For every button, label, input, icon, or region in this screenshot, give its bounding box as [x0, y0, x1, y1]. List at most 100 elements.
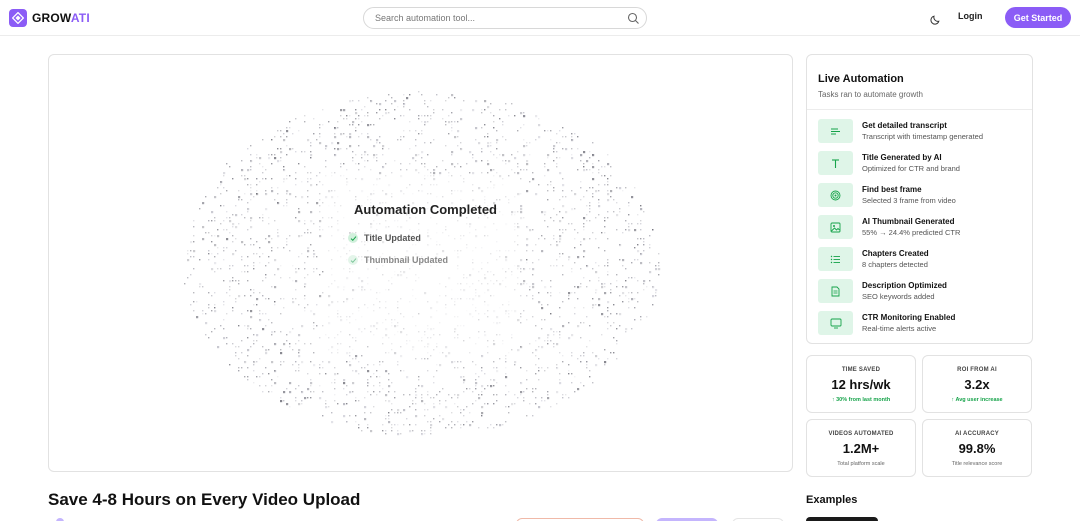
particle [451, 112, 453, 114]
brand-logo[interactable]: GROWATI [9, 9, 90, 27]
particle [409, 121, 411, 123]
particle [583, 352, 585, 354]
particle [208, 337, 210, 339]
particle [268, 256, 270, 258]
particle [256, 241, 258, 243]
particle [493, 367, 495, 369]
particle [307, 388, 310, 391]
task-item[interactable]: Get detailed transcript Transcript with … [818, 119, 1023, 143]
particle [601, 286, 604, 289]
particle [208, 259, 210, 261]
particle [613, 211, 615, 213]
particle [274, 304, 276, 306]
particle [250, 238, 252, 240]
particle [259, 310, 261, 312]
particle [259, 181, 261, 183]
particle [271, 190, 274, 193]
particle [655, 292, 657, 294]
task-item[interactable]: CTR Monitoring Enabled Real-time alerts … [818, 311, 1023, 335]
particle [592, 307, 594, 309]
particle [535, 325, 537, 327]
particle [283, 166, 285, 168]
particle [607, 301, 610, 304]
example-thumbnail[interactable] [806, 517, 878, 521]
particle [430, 142, 432, 144]
particle [508, 115, 510, 117]
particle [556, 157, 558, 159]
stat-label: AI ACCURACY [955, 431, 999, 437]
search-icon[interactable] [627, 12, 640, 25]
particle [307, 373, 309, 375]
particle [358, 163, 360, 165]
particle [253, 262, 255, 264]
task-item[interactable]: Find best frame Selected 3 frame from vi… [818, 183, 1023, 207]
particle [289, 277, 291, 279]
task-item[interactable]: AI Thumbnail Generated 55% → 24.4% predi… [818, 215, 1023, 239]
particle [223, 259, 225, 261]
particle [373, 124, 375, 126]
particle [256, 340, 258, 342]
task-item[interactable]: Title Generated by AI Optimized for CTR … [818, 151, 1023, 175]
particle [454, 166, 456, 168]
particle [232, 178, 234, 180]
particle [592, 154, 595, 157]
particle [598, 304, 601, 307]
particle [550, 340, 552, 342]
particle [391, 427, 393, 429]
particle [583, 277, 585, 279]
particle [613, 352, 615, 354]
search-input[interactable] [375, 11, 615, 25]
particle [412, 430, 414, 432]
particle [520, 193, 522, 195]
particle [421, 385, 424, 388]
particle [463, 391, 465, 393]
particle [610, 175, 612, 177]
particle [250, 316, 253, 319]
particle [424, 115, 426, 117]
particle [319, 124, 321, 126]
particle [562, 190, 564, 192]
particle [598, 298, 601, 301]
get-started-button[interactable]: Get Started [1005, 7, 1071, 28]
particle [526, 163, 529, 166]
particle [295, 400, 297, 402]
particle [574, 292, 576, 294]
login-link[interactable]: Login [958, 11, 983, 21]
particle [631, 328, 633, 330]
particle [313, 250, 315, 252]
particle [592, 163, 594, 165]
moon-icon[interactable] [930, 12, 942, 25]
particle [478, 376, 480, 378]
particle [514, 403, 516, 405]
particle [442, 418, 445, 421]
particle [316, 175, 318, 177]
particle [364, 406, 367, 409]
task-item[interactable]: Chapters Created 8 chapters detected [818, 247, 1023, 271]
particle [562, 184, 565, 187]
particle [394, 160, 396, 162]
particle [505, 385, 507, 387]
particle [424, 358, 426, 360]
particle [505, 421, 507, 423]
particle [655, 265, 657, 267]
particle [286, 136, 288, 138]
particle [604, 232, 606, 234]
particle [523, 397, 525, 399]
particle [382, 166, 385, 169]
particle [490, 151, 492, 153]
particle [574, 229, 576, 231]
particle [589, 280, 591, 282]
particle [607, 178, 609, 180]
particle [544, 163, 546, 165]
particle [331, 172, 333, 174]
particle [238, 346, 240, 348]
particle [313, 271, 315, 273]
particle [280, 298, 282, 300]
particle [253, 253, 255, 255]
task-item[interactable]: Description Optimized SEO keywords added [818, 279, 1023, 303]
particle [547, 343, 549, 345]
task-description: Selected 3 frame from video [862, 196, 956, 205]
particle [400, 433, 402, 435]
task-title: Title Generated by AI [862, 153, 942, 162]
brand-name: GROWATI [32, 11, 90, 25]
